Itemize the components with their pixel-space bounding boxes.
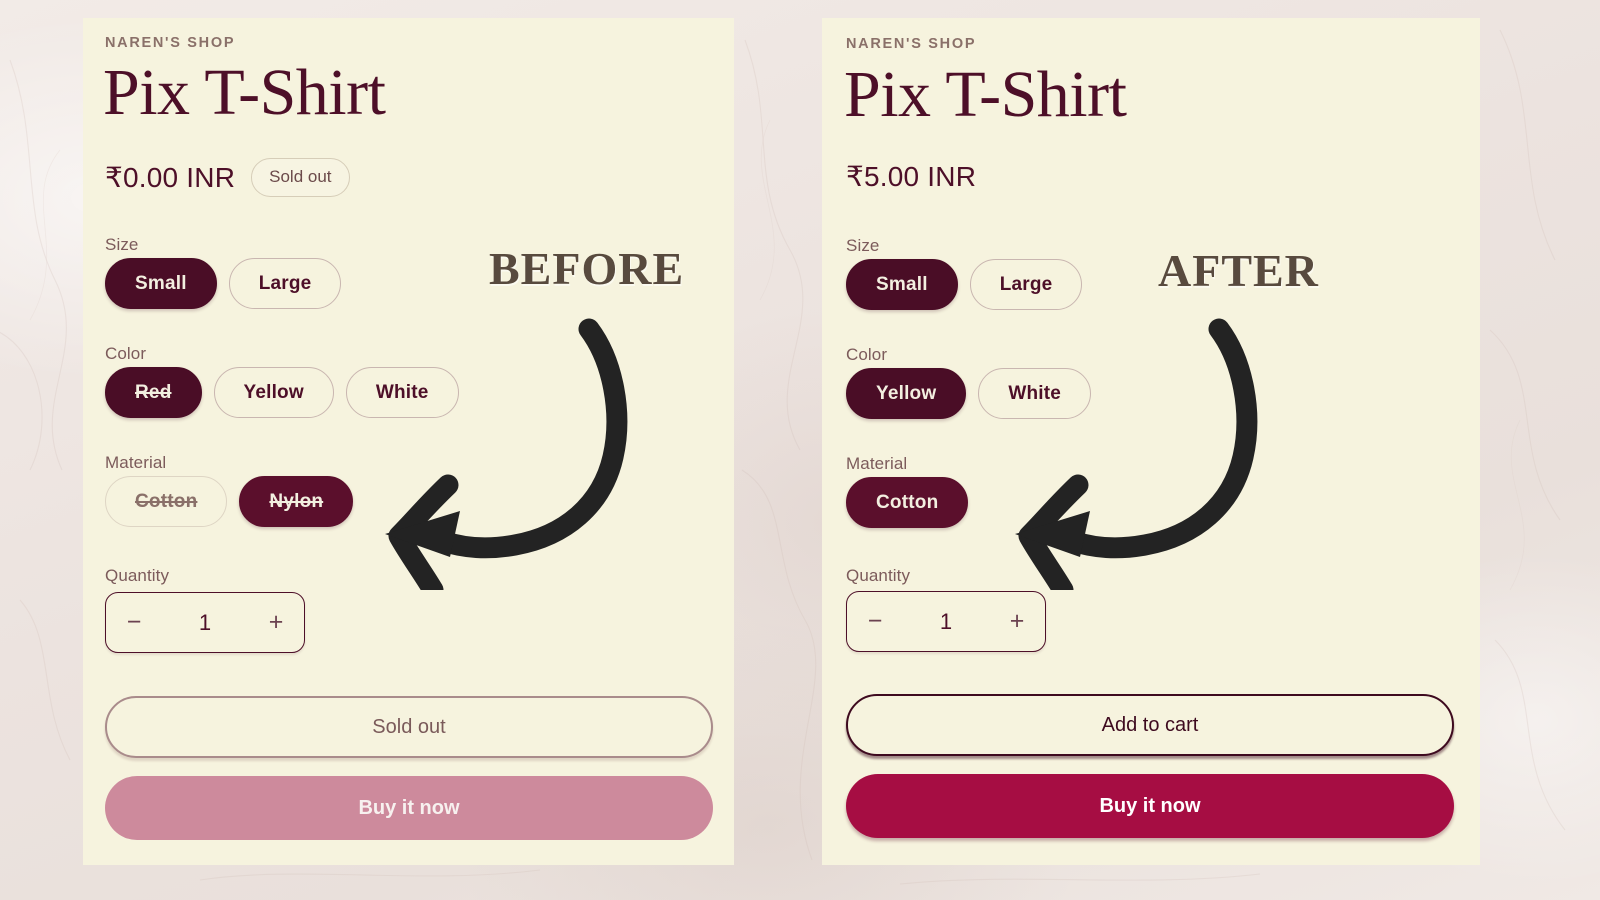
option-color-yellow-after[interactable]: Yellow <box>846 368 967 419</box>
quantity-stepper[interactable]: − 1 + <box>105 592 305 653</box>
quantity-label-after: Quantity <box>846 566 911 585</box>
minus-icon[interactable]: − <box>106 593 162 652</box>
option-row-color-after: Yellow White <box>846 368 1092 419</box>
minus-icon-after[interactable]: − <box>847 592 903 651</box>
option-color-white-label: White <box>375 381 429 403</box>
add-to-cart-label: Sold out <box>372 715 446 738</box>
option-color-red-label: Red <box>135 381 172 403</box>
quantity-value-after: 1 <box>939 608 953 634</box>
product-price: ₹0.00 INR <box>105 162 236 193</box>
option-size-large[interactable]: Large <box>228 258 342 309</box>
annotation-after-label: AFTER <box>1158 245 1319 296</box>
quantity-stepper-after[interactable]: − 1 + <box>846 591 1046 652</box>
option-size-small-after[interactable]: Small <box>846 259 958 310</box>
option-row-material: Cotton Nylon <box>105 476 354 527</box>
option-material-cotton-label: Cotton <box>135 490 198 512</box>
option-size-large-label: Large <box>258 272 312 294</box>
vendor-name: NAREN'S SHOP <box>105 35 236 51</box>
option-material-cotton-after[interactable]: Cotton <box>846 477 969 528</box>
option-color-yellow-label: Yellow <box>243 381 304 403</box>
annotation-before-label: BEFORE <box>489 243 685 294</box>
product-card-after: NAREN'S SHOP Pix T-Shirt ₹5.00 INR Size … <box>822 18 1480 865</box>
option-size-small[interactable]: Small <box>105 258 217 309</box>
option-label-material: Material <box>105 453 167 472</box>
plus-icon-after[interactable]: + <box>989 592 1045 651</box>
option-row-material-after: Cotton <box>846 477 969 528</box>
vendor-name-after: NAREN'S SHOP <box>846 36 977 52</box>
option-size-small-after-label: Small <box>876 273 928 295</box>
buy-it-now-button-after[interactable]: Buy it now <box>846 774 1454 838</box>
option-color-red[interactable]: Red <box>105 367 202 418</box>
option-color-white-after-label: White <box>1008 382 1062 404</box>
quantity-value: 1 <box>198 609 212 635</box>
option-color-yellow-after-label: Yellow <box>876 382 937 404</box>
option-color-white[interactable]: White <box>345 367 459 418</box>
option-label-material-after: Material <box>846 454 908 473</box>
option-color-yellow[interactable]: Yellow <box>213 367 334 418</box>
option-color-white-after[interactable]: White <box>978 368 1092 419</box>
buy-it-now-label: Buy it now <box>358 796 460 819</box>
product-price-after: ₹5.00 INR <box>846 161 977 192</box>
page-title: Pix T-Shirt <box>103 56 386 129</box>
option-material-cotton[interactable]: Cotton <box>105 476 228 527</box>
option-label-size: Size <box>105 235 139 254</box>
price-row: ₹0.00 INR Sold out <box>105 158 350 197</box>
option-label-size-after: Size <box>846 236 880 255</box>
add-to-cart-label-after: Add to cart <box>1101 713 1199 736</box>
option-size-large-after-label: Large <box>999 273 1053 295</box>
buy-it-now-button[interactable]: Buy it now <box>105 776 713 840</box>
page-title-after: Pix T-Shirt <box>844 58 1127 131</box>
add-to-cart-button-after[interactable]: Add to cart <box>846 694 1454 756</box>
quantity-label: Quantity <box>105 566 170 585</box>
option-label-color: Color <box>105 344 147 363</box>
add-to-cart-button[interactable]: Sold out <box>105 696 713 758</box>
option-material-nylon-label: Nylon <box>269 490 324 512</box>
option-material-nylon[interactable]: Nylon <box>239 476 354 527</box>
option-row-color: Red Yellow White <box>105 367 459 418</box>
product-card-before: NAREN'S SHOP Pix T-Shirt ₹0.00 INR Sold … <box>83 18 734 865</box>
option-size-large-after[interactable]: Large <box>969 259 1083 310</box>
price-row-after: ₹5.00 INR <box>846 160 976 193</box>
option-row-size-after: Small Large <box>846 259 1083 310</box>
option-label-color-after: Color <box>846 345 888 364</box>
buy-it-now-label-after: Buy it now <box>1099 794 1201 817</box>
option-material-cotton-after-label: Cotton <box>876 491 939 513</box>
plus-icon[interactable]: + <box>248 593 304 652</box>
option-size-small-label: Small <box>135 272 187 294</box>
status-badge: Sold out <box>251 158 350 197</box>
option-row-size: Small Large <box>105 258 342 309</box>
